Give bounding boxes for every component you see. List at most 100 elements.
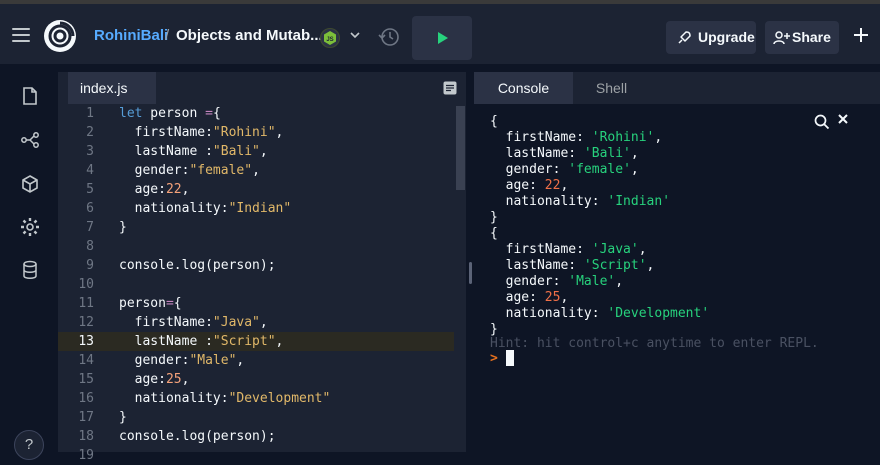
code-area[interactable]: 1 let person ={2 firstName:"Rohini", 3 las… — [58, 104, 466, 463]
line-text: nationality:"Indian" — [119, 201, 292, 216]
line-text: age:25, — [119, 372, 190, 387]
console-tab-bar: Console Shell — [474, 72, 880, 104]
line-number: 10 — [78, 277, 94, 292]
line-number: 7 — [86, 220, 94, 235]
line-number: 8 — [86, 239, 94, 254]
chevron-down-icon[interactable] — [350, 29, 360, 43]
line-text: age:22, — [119, 182, 190, 197]
line-text: firstName:"Java", — [119, 315, 268, 330]
code-line[interactable]: 3 lastName :"Bali", — [58, 142, 454, 161]
line-number: 5 — [86, 182, 94, 197]
files-icon[interactable] — [20, 86, 40, 106]
code-line[interactable]: 16 nationality:"Development" — [58, 389, 454, 408]
tab-shell[interactable]: Shell — [573, 72, 650, 104]
console-output-line: gender: 'female', — [490, 162, 639, 177]
code-line[interactable]: 8 — [58, 237, 454, 256]
tab-console[interactable]: Console — [474, 72, 573, 104]
console-pane: Console Shell { firstName: 'Rohini', las… — [474, 72, 880, 452]
code-line[interactable]: 4 gender:"female", — [58, 161, 454, 180]
line-text: console.log(person); — [119, 429, 276, 444]
search-icon[interactable] — [814, 114, 830, 130]
history-icon[interactable] — [378, 26, 400, 48]
menu-icon[interactable] — [12, 28, 30, 42]
console-output-line: } — [490, 210, 498, 225]
line-text: gender:"female", — [119, 163, 260, 178]
svg-text:JS: JS — [326, 37, 333, 43]
line-number: 17 — [78, 410, 94, 425]
pane-resize-handle[interactable] — [469, 262, 472, 284]
code-line[interactable]: 2 firstName:"Rohini", — [58, 123, 454, 142]
line-number: 16 — [78, 391, 94, 406]
console-output-line: firstName: 'Rohini', — [490, 130, 663, 145]
console-output-line: nationality: 'Development' — [490, 306, 710, 321]
code-line[interactable]: 19 — [58, 446, 454, 465]
line-text: gender:"Male", — [119, 353, 245, 368]
code-line[interactable]: 10 — [58, 275, 454, 294]
editor-scrollbar[interactable] — [455, 104, 466, 452]
code-line[interactable]: 17} — [58, 408, 454, 427]
tab-index-js[interactable]: index.js — [68, 72, 156, 104]
line-text: person={ — [119, 296, 182, 311]
line-text: console.log(person); — [119, 258, 276, 273]
line-number: 1 — [86, 106, 94, 121]
run-button[interactable] — [412, 16, 472, 60]
console-output-line: { — [490, 114, 498, 129]
line-number: 3 — [86, 144, 94, 159]
plus-icon[interactable] — [852, 26, 870, 44]
line-number: 6 — [86, 201, 94, 216]
header-bar: RohiniBali / Objects and Mutab... JS Upg… — [0, 4, 880, 64]
console-output-line: lastName: 'Script', — [490, 258, 655, 273]
upgrade-label: Upgrade — [698, 29, 755, 45]
play-icon — [438, 32, 448, 44]
code-line[interactable]: 13 lastName :"Script", — [58, 332, 454, 351]
code-line[interactable]: 15 age:25, — [58, 370, 454, 389]
code-line[interactable]: 18 console.log(person); — [58, 427, 454, 446]
rocket-icon — [676, 30, 692, 49]
console-output-line: age: 25, — [490, 290, 569, 305]
console-output-line: gender: 'Male', — [490, 274, 624, 289]
code-line[interactable]: 1 let person ={ — [58, 104, 454, 123]
line-text: } — [119, 410, 127, 425]
settings-icon[interactable] — [20, 217, 40, 237]
upgrade-button[interactable]: Upgrade — [666, 21, 756, 54]
console-output-line: lastName: 'Bali', — [490, 146, 639, 161]
code-line[interactable]: 5 age:22, — [58, 180, 454, 199]
close-icon[interactable] — [837, 112, 849, 129]
add-user-icon — [773, 30, 791, 49]
code-editor-pane: index.js 1 let person ={2 firstName:"Rohi… — [58, 72, 466, 463]
editor-scrollbar-thumb[interactable] — [456, 106, 465, 190]
code-line[interactable]: 12 firstName:"Java", — [58, 313, 454, 332]
share-button[interactable]: Share — [765, 21, 839, 54]
nodejs-language-icon[interactable]: JS — [320, 28, 340, 48]
line-number: 12 — [78, 315, 94, 330]
line-number: 18 — [78, 429, 94, 444]
sidebar — [0, 64, 58, 452]
code-line[interactable]: 6 nationality:"Indian" — [58, 199, 454, 218]
replit-logo-icon[interactable] — [44, 20, 76, 52]
help-button[interactable]: ? — [14, 430, 44, 460]
packages-icon[interactable] — [20, 174, 40, 194]
editor-options-icon[interactable] — [443, 81, 457, 95]
line-number: 11 — [78, 296, 94, 311]
version-control-icon[interactable] — [20, 130, 40, 150]
repl-title[interactable]: Objects and Mutab... — [176, 27, 323, 44]
console-output-line: nationality: 'Indian' — [490, 194, 671, 209]
share-label: Share — [792, 29, 831, 45]
database-icon[interactable] — [20, 260, 40, 280]
console-output-line: age: 22, — [490, 178, 569, 193]
line-text: firstName:"Rohini", — [119, 125, 284, 140]
console-output-line: firstName: 'Java', — [490, 242, 647, 257]
line-number: 4 — [86, 163, 94, 178]
editor-tab-bar: index.js — [58, 72, 466, 104]
line-number: 13 — [78, 334, 94, 349]
code-line[interactable]: 7} — [58, 218, 454, 237]
repl-owner-link[interactable]: RohiniBali — [94, 27, 168, 44]
code-line[interactable]: 11 person={ — [58, 294, 454, 313]
console-cursor[interactable] — [506, 350, 514, 366]
breadcrumb-separator: / — [165, 27, 170, 44]
code-line[interactable]: 9 console.log(person); — [58, 256, 454, 275]
code-line[interactable]: 14 gender:"Male", — [58, 351, 454, 370]
line-text: nationality:"Development" — [119, 391, 331, 406]
line-number: 19 — [78, 448, 94, 463]
line-text: } — [119, 220, 127, 235]
